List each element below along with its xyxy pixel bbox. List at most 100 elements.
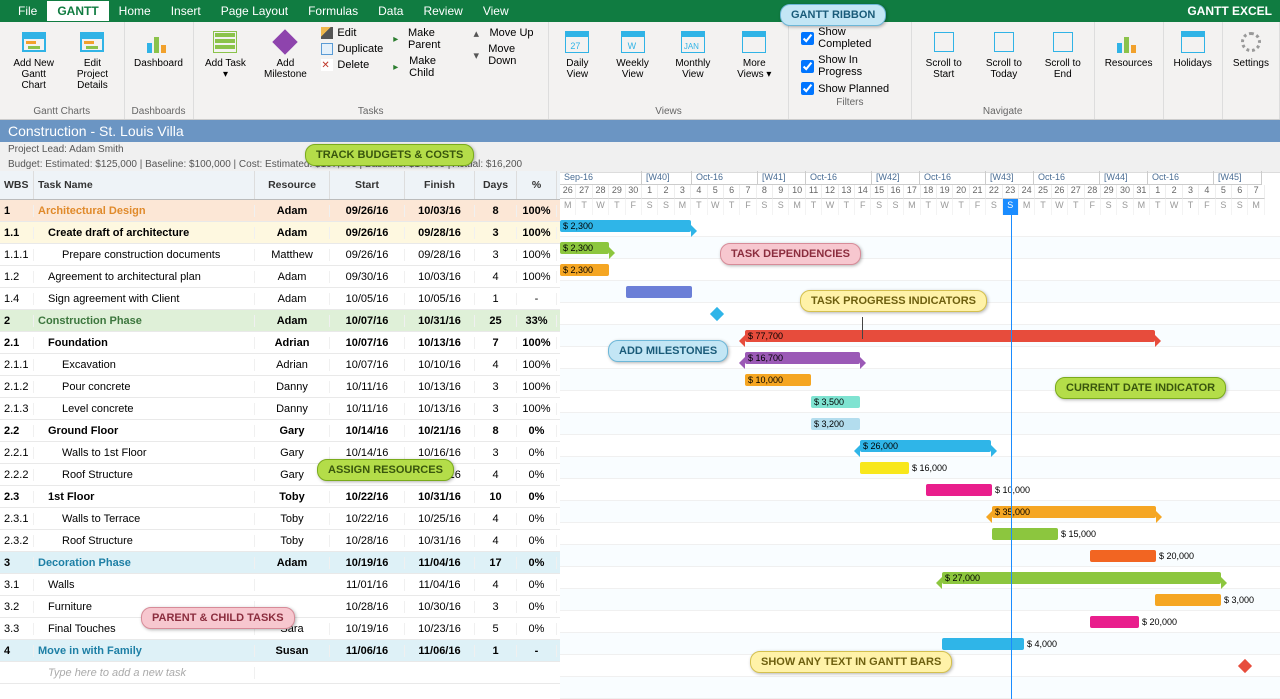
menu-tab-gantt[interactable]: GANTT [47,1,108,21]
table-row[interactable]: 1.1.1Prepare construction documentsMatth… [0,244,560,266]
callout-budgets: TRACK BUDGETS & COSTS [305,144,474,166]
milestone-marker[interactable] [710,307,724,321]
table-row[interactable]: 1.2Agreement to architectural planAdam09… [0,266,560,288]
weekly-view-button[interactable]: WWeekly View [606,26,659,104]
table-row[interactable]: 2.1.2Pour concreteDanny10/11/1610/13/163… [0,376,560,398]
group-label: Navigate [918,106,1088,117]
callout-bar-text: SHOW ANY TEXT IN GANTT BARS [750,651,952,673]
table-row[interactable]: 2.3.2Roof StructureToby10/28/1610/31/164… [0,530,560,552]
menu-tab-formulas[interactable]: Formulas [298,1,368,21]
col-start[interactable]: Start [330,171,405,199]
table-row[interactable]: 4Move in with FamilySusan11/06/1611/06/1… [0,640,560,662]
make-child-button[interactable]: Make Child [391,54,465,80]
milestone-marker[interactable] [1238,659,1252,673]
show-in-progress-checkbox[interactable]: Show In Progress [801,54,898,78]
gantt-bar[interactable]: $ 77,700 [745,330,1155,342]
callout-progress: TASK PROGRESS INDICATORS [800,290,987,312]
table-row[interactable]: 2.31st FloorToby10/22/1610/31/16100% [0,486,560,508]
add-task-button[interactable]: Add Task ▾ [200,26,252,104]
brand-label: GANTT EXCEL [1187,4,1272,18]
col-task[interactable]: Task Name [34,171,255,199]
table-row[interactable]: 3.1Walls11/01/1611/04/1640% [0,574,560,596]
parent-icon [393,33,404,45]
gantt-row: $ 20,000 [560,611,1280,633]
monthly-view-button[interactable]: JANMonthly View [665,26,720,104]
add-new-gantt-button[interactable]: Add New Gantt Chart [6,26,61,104]
duplicate-task-button[interactable]: Duplicate [319,42,385,56]
menu-tab-review[interactable]: Review [413,1,472,21]
menu-tab-page-layout[interactable]: Page Layout [211,1,298,21]
gantt-bar[interactable]: $ 35,000 [992,506,1156,518]
gantt-bar[interactable]: $ 3,200 [811,418,860,430]
add-milestone-button[interactable]: Add Milestone [257,26,313,104]
table-row[interactable]: 2.1.1ExcavationAdrian10/07/1610/10/16410… [0,354,560,376]
gantt-row: $ 10,000 [560,479,1280,501]
gantt-bar[interactable]: $ 10,000 [745,374,811,386]
column-headers: WBS Task Name Resource Start Finish Days… [0,171,560,200]
settings-button[interactable]: Settings [1229,26,1273,104]
menu-tab-view[interactable]: View [473,1,519,21]
table-row[interactable]: 2Construction PhaseAdam10/07/1610/31/162… [0,310,560,332]
resources-icon [1117,31,1141,53]
col-finish[interactable]: Finish [405,171,475,199]
group-label [1101,106,1157,117]
gantt-row: $ 35,000 [560,501,1280,523]
col-percent[interactable]: % [517,171,557,199]
show-planned-checkbox[interactable]: Show Planned [801,82,898,95]
table-row[interactable]: 2.2.2Roof StructureGary10/18/1610/21/164… [0,464,560,486]
gantt-bar[interactable]: $ 2,300 [560,264,609,276]
holidays-button[interactable]: Holidays [1170,26,1216,104]
table-row[interactable]: 1Architectural DesignAdam09/26/1610/03/1… [0,200,560,222]
resources-button[interactable]: Resources [1101,26,1157,104]
scroll-to-start-button[interactable]: Scroll to Start [918,26,970,104]
gantt-row: $ 26,000 [560,435,1280,457]
delete-task-button[interactable]: Delete [319,58,385,72]
table-row[interactable]: 3Decoration PhaseAdam10/19/1611/04/16170… [0,552,560,574]
gantt-bar[interactable]: $ 20,000 [1090,550,1156,562]
col-days[interactable]: Days [475,171,517,199]
gantt-bar[interactable]: $ 16,700 [745,352,860,364]
table-row[interactable]: 2.3.1Walls to TerraceToby10/22/1610/25/1… [0,508,560,530]
gantt-bar[interactable]: $ 2,300 [560,242,609,254]
gantt-row: $ 2,300 [560,237,1280,259]
show-completed-checkbox[interactable]: Show Completed [801,26,898,50]
scroll-to-end-button[interactable]: Scroll to End [1038,26,1088,104]
table-row[interactable]: 1.4Sign agreement with ClientAdam10/05/1… [0,288,560,310]
edit-project-details-button[interactable]: Edit Project Details [67,26,117,104]
callout-line [862,317,863,339]
scroll-to-today-button[interactable]: Scroll to Today [976,26,1032,104]
gantt-bar[interactable]: $ 3,000 [1155,594,1221,606]
gantt-bar[interactable]: $ 15,000 [992,528,1058,540]
table-row[interactable]: 1.1Create draft of architectureAdam09/26… [0,222,560,244]
menu-tab-home[interactable]: Home [109,1,161,21]
daily-view-button[interactable]: 27Daily View [555,26,600,104]
table-row[interactable]: 2.1.3Level concreteDanny10/11/1610/13/16… [0,398,560,420]
up-icon [474,27,486,39]
gantt-bar[interactable]: $ 3,500 [811,396,860,408]
menu-tab-insert[interactable]: Insert [161,1,211,21]
gantt-row: $ 27,000 [560,567,1280,589]
table-row[interactable]: 2.1FoundationAdrian10/07/1610/13/167100% [0,332,560,354]
col-wbs[interactable]: WBS [0,171,34,199]
menu-tab-data[interactable]: Data [368,1,413,21]
callout-parent-child: PARENT & CHILD TASKS [141,607,295,629]
gantt-bar[interactable]: $ 27,000 [942,572,1221,584]
make-parent-button[interactable]: Make Parent [391,26,465,52]
gantt-bar[interactable]: $ 2,300 [560,220,691,232]
move-up-button[interactable]: Move Up [472,26,542,40]
scroll-icon [934,32,954,52]
table-row[interactable]: Type here to add a new task [0,662,560,684]
more-views-button[interactable]: More Views ▾ [726,26,782,104]
table-row[interactable]: 2.2Ground FloorGary10/14/1610/21/1680% [0,420,560,442]
edit-task-button[interactable]: Edit [319,26,385,40]
move-down-button[interactable]: Move Down [472,42,542,68]
col-resource[interactable]: Resource [255,171,330,199]
gantt-bar[interactable]: $ 26,000 [860,440,991,452]
gantt-bar[interactable] [626,286,692,298]
gantt-bar[interactable]: $ 20,000 [1090,616,1139,628]
menu-tab-file[interactable]: File [8,1,47,21]
gantt-bar[interactable]: $ 16,000 [860,462,909,474]
dashboard-button[interactable]: Dashboard [131,26,187,104]
table-row[interactable]: 2.2.1Walls to 1st FloorGary10/14/1610/16… [0,442,560,464]
gantt-bar[interactable]: $ 10,000 [926,484,992,496]
